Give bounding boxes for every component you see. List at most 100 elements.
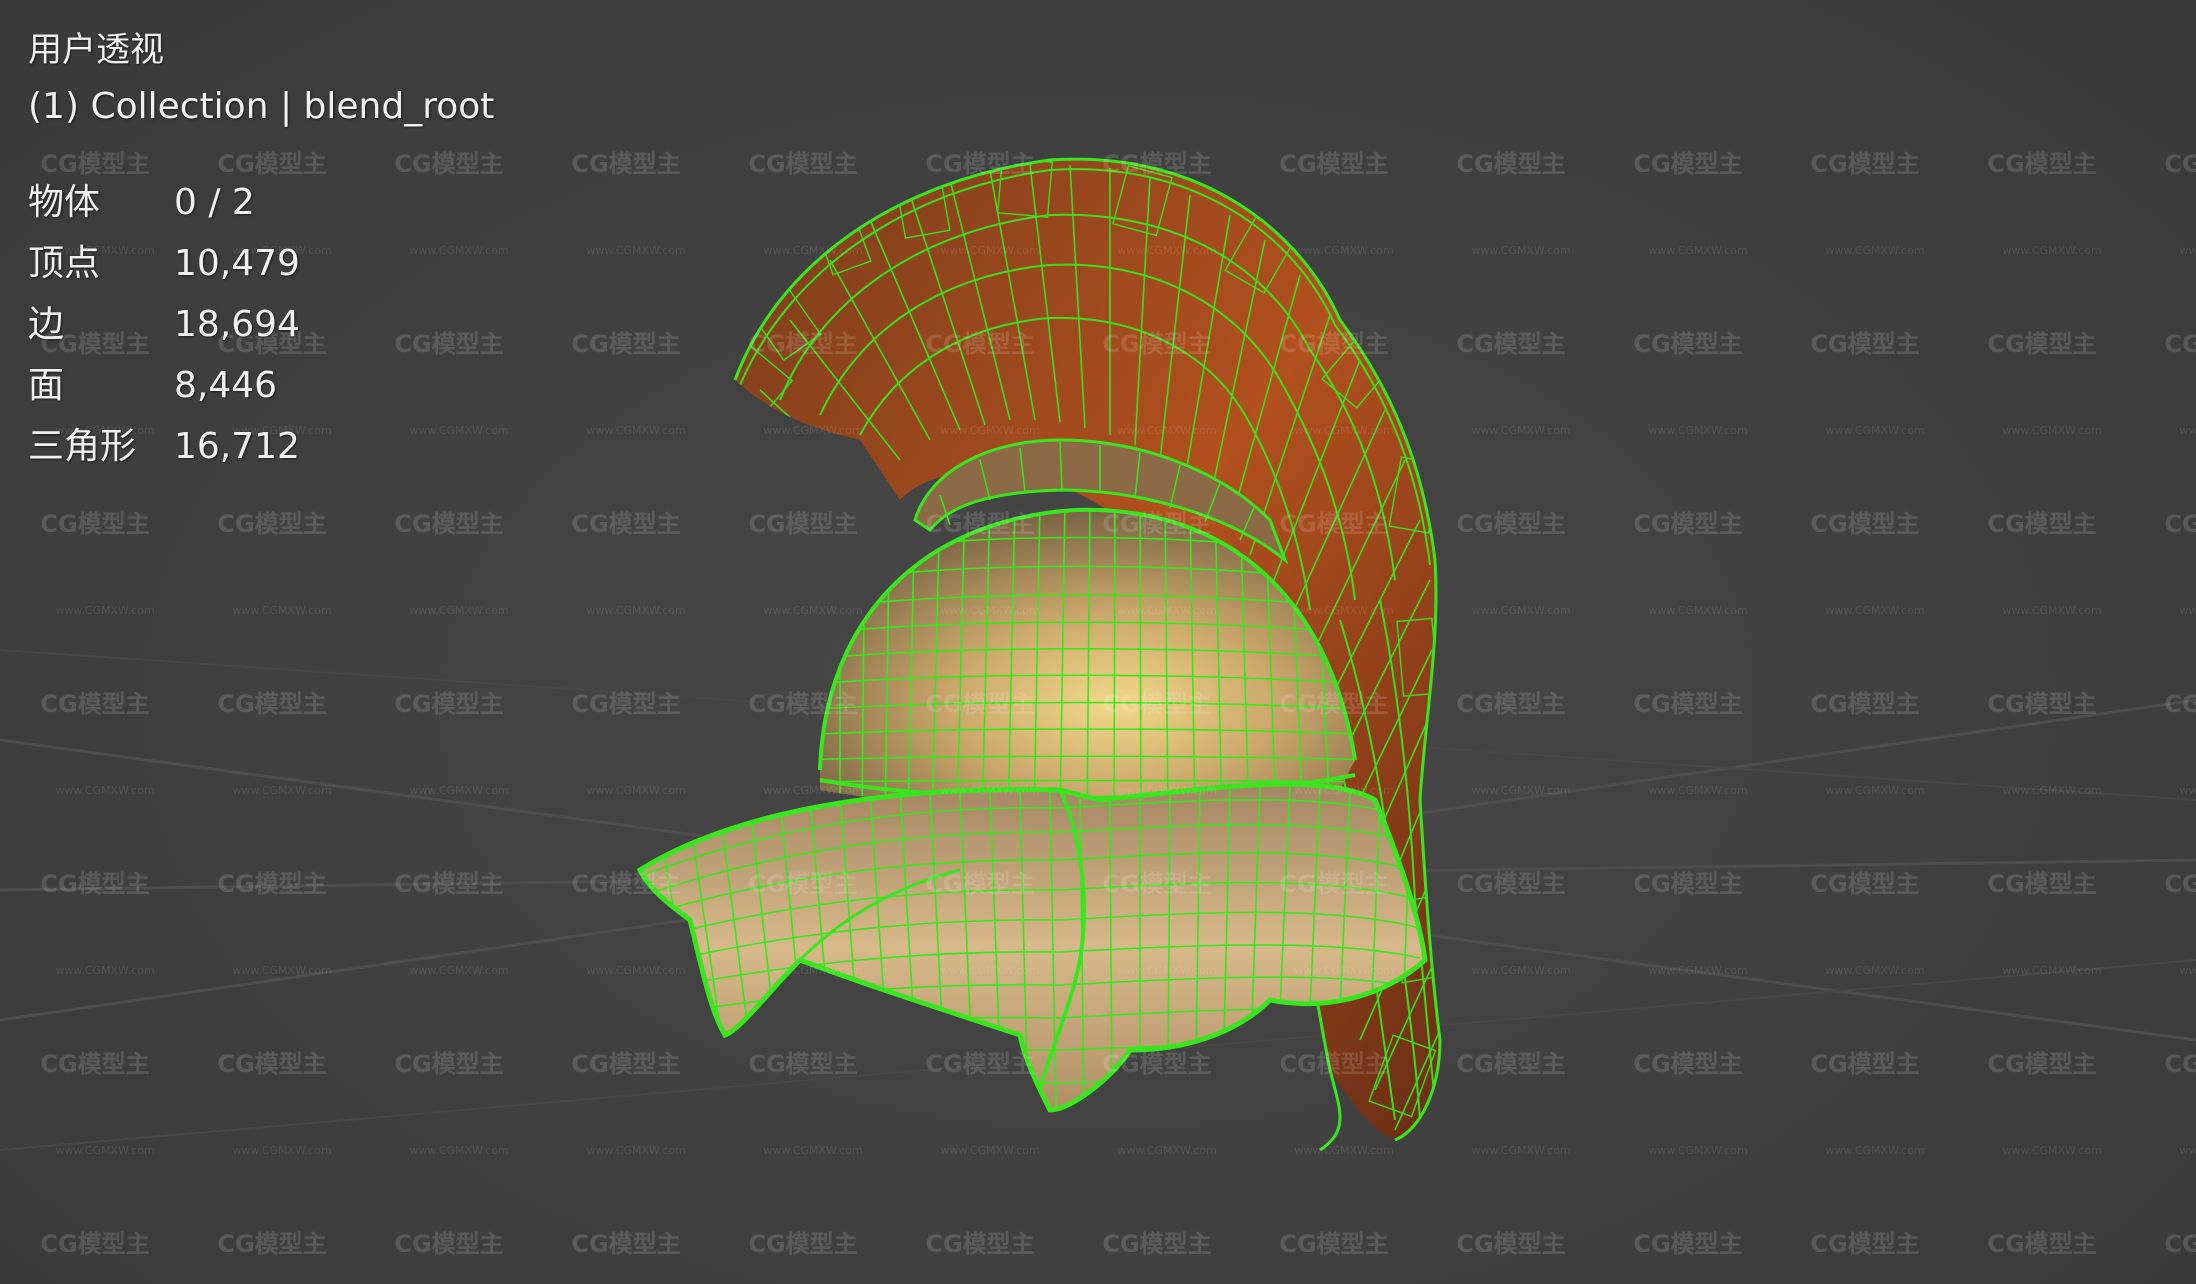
watermark-url: www.CGMXW.com	[940, 424, 1039, 437]
watermark-url: www.CGMXW.com	[1825, 244, 1924, 257]
watermark-logo: CG模型主	[217, 1050, 326, 1078]
watermark-url: www.CGMXW.com	[1825, 424, 1924, 437]
watermark-url: www.CGMXW.com	[55, 604, 154, 617]
watermark-url: www.CGMXW.com	[1471, 964, 1570, 977]
watermark-logo: CG模型主	[1633, 870, 1742, 898]
watermark-url: www.CGMXW.com	[586, 604, 685, 617]
watermark-url: www.CGMXW.com	[1648, 244, 1747, 257]
watermark-logo: CG模型主	[217, 510, 326, 538]
watermark-logo: CG模型主	[748, 690, 857, 718]
watermark-logo: CG模型主	[1633, 1230, 1742, 1258]
watermark-url: www.CGMXW.com	[1471, 1144, 1570, 1157]
watermark-logo: CG模型主	[1456, 1230, 1565, 1258]
watermark-logo: CG模型主	[394, 1050, 503, 1078]
watermark-logo: CG模型主	[1987, 510, 2096, 538]
watermark-url: www.CGMXW.com	[586, 1144, 685, 1157]
watermark-url: www.CGMXW.com	[940, 1144, 1039, 1157]
watermark-logo: CG模型主	[40, 510, 149, 538]
watermark-logo: CG模型主	[40, 870, 149, 898]
watermark-url: www.CGMXW.com	[1471, 784, 1570, 797]
watermark-url: www.CGMXW.com	[409, 784, 508, 797]
view-name: 用户透视	[28, 30, 164, 70]
watermark-logo: CG模型主	[748, 1230, 857, 1258]
watermark-url: www.CGMXW.com	[586, 424, 685, 437]
watermark-logo: CG模型主	[2164, 870, 2196, 898]
watermark-logo: CG模型主	[1456, 870, 1565, 898]
watermark-logo: CG模型主	[1810, 330, 1919, 358]
watermark-url: www.CGMXW.com	[1117, 1144, 1216, 1157]
watermark-url: www.CGMXW.com	[763, 964, 862, 977]
watermark-url: www.CGMXW.com	[55, 964, 154, 977]
watermark-logo: CG模型主	[1987, 1230, 2096, 1258]
watermark-url: www.CGMXW.com	[763, 1144, 862, 1157]
watermark-url: www.CGMXW.com	[1117, 784, 1216, 797]
watermark-url: www.CGMXW.com	[2002, 784, 2101, 797]
watermark-logo: CG模型主	[1987, 1050, 2096, 1078]
watermark-url: www.CGMXW.com	[1648, 964, 1747, 977]
watermark-logo: CG模型主	[2164, 1050, 2196, 1078]
watermark-logo: CG模型主	[1279, 510, 1388, 538]
watermark-logo: CG模型主	[571, 690, 680, 718]
watermark-logo: CG模型主	[1279, 1050, 1388, 1078]
watermark-logo: CG模型主	[2164, 330, 2196, 358]
watermark-logo: CG模型主	[1279, 1230, 1388, 1258]
watermark-url: www.CGMXW.com	[2002, 964, 2101, 977]
scene-statistics: 物体 0 / 2 顶点 10,479 边 18,694 面 8,446 三角形 …	[28, 172, 494, 477]
watermark-url: www.CGMXW.com	[1825, 784, 1924, 797]
watermark-url: www.CGMXW.com	[2002, 604, 2101, 617]
watermark-url: www.CGMXW.com	[55, 784, 154, 797]
watermark-logo: CG模型主	[2164, 150, 2196, 178]
watermark-logo: CG模型主	[1456, 330, 1565, 358]
watermark-logo: CG模型主	[1456, 510, 1565, 538]
watermark-url: www.CGMXW.com	[232, 964, 331, 977]
stat-row-faces: 面 8,446	[28, 355, 494, 416]
watermark-url: www.CGMXW.com	[763, 424, 862, 437]
watermark-logo: CG模型主	[571, 330, 680, 358]
watermark-logo: CG模型主	[571, 150, 680, 178]
stat-row-edges: 边 18,694	[28, 294, 494, 355]
watermark-url: www.CGMXW.com	[2179, 424, 2196, 437]
watermark-logo: CG模型主	[1633, 690, 1742, 718]
watermark-logo: CG模型主	[1987, 690, 2096, 718]
watermark-url: www.CGMXW.com	[232, 1144, 331, 1157]
watermark-logo: CG模型主	[1102, 870, 1211, 898]
watermark-url: www.CGMXW.com	[1471, 424, 1570, 437]
watermark-logo: CG模型主	[1810, 1050, 1919, 1078]
watermark-url: www.CGMXW.com	[940, 784, 1039, 797]
watermark-url: www.CGMXW.com	[1294, 604, 1393, 617]
watermark-url: www.CGMXW.com	[1117, 424, 1216, 437]
stat-value: 18,694	[174, 304, 300, 345]
watermark-url: www.CGMXW.com	[2002, 424, 2101, 437]
watermark-logo: CG模型主	[394, 690, 503, 718]
stat-value: 8,446	[174, 365, 278, 406]
watermark-logo: CG模型主	[925, 1050, 1034, 1078]
watermark-url: www.CGMXW.com	[1294, 1144, 1393, 1157]
watermark-logo: CG模型主	[2164, 690, 2196, 718]
watermark-logo: CG模型主	[1633, 150, 1742, 178]
watermark-logo: CG模型主	[1102, 510, 1211, 538]
watermark-url: www.CGMXW.com	[409, 604, 508, 617]
stat-value: 10,479	[174, 243, 300, 284]
watermark-url: www.CGMXW.com	[763, 244, 862, 257]
watermark-logo: CG模型主	[748, 330, 857, 358]
watermark-url: www.CGMXW.com	[586, 784, 685, 797]
watermark-logo: CG模型主	[1279, 690, 1388, 718]
watermark-logo: CG模型主	[1456, 1050, 1565, 1078]
watermark-logo: CG模型主	[40, 690, 149, 718]
watermark-url: www.CGMXW.com	[1825, 1144, 1924, 1157]
watermark-url: www.CGMXW.com	[1648, 784, 1747, 797]
watermark-url: www.CGMXW.com	[2002, 244, 2101, 257]
watermark-url: www.CGMXW.com	[1648, 604, 1747, 617]
watermark-logo: CG模型主	[2164, 1230, 2196, 1258]
watermark-logo: CG模型主	[1456, 150, 1565, 178]
3d-viewport[interactable]: CG模型主 www.CGMXW.com CG模型主 www.CGMXW.com CG模型…	[0, 0, 2196, 1284]
watermark-url: www.CGMXW.com	[1471, 244, 1570, 257]
watermark-logo: CG模型主	[1279, 870, 1388, 898]
watermark-logo: CG模型主	[748, 510, 857, 538]
watermark-url: www.CGMXW.com	[409, 964, 508, 977]
watermark-logo: CG模型主	[1102, 1050, 1211, 1078]
watermark-url: www.CGMXW.com	[2179, 964, 2196, 977]
watermark-logo: CG模型主	[2164, 510, 2196, 538]
stat-label: 面	[28, 365, 65, 406]
watermark-url: www.CGMXW.com	[763, 784, 862, 797]
